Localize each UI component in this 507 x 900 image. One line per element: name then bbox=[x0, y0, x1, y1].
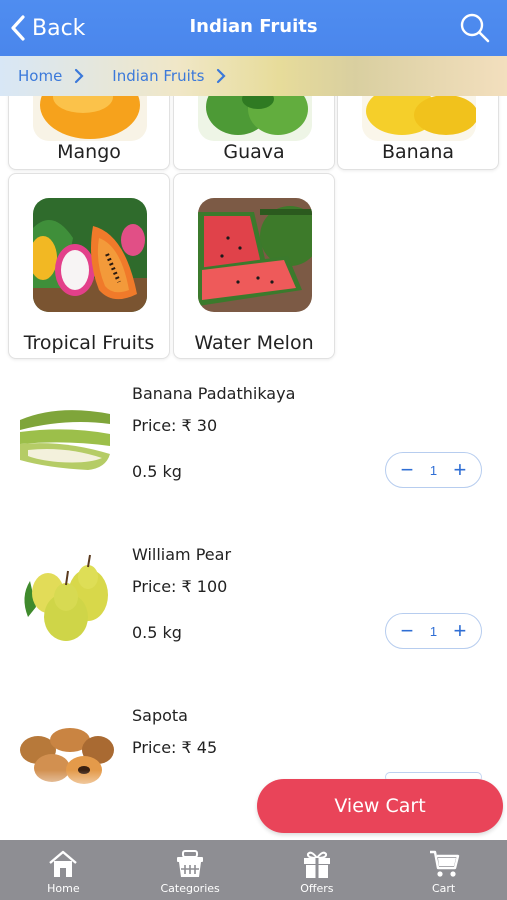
breadcrumb-home[interactable]: Home bbox=[18, 67, 112, 85]
breadcrumb: Home Indian Fruits bbox=[0, 56, 507, 96]
william-pear-image[interactable] bbox=[18, 547, 114, 643]
category-label: Mango bbox=[57, 141, 121, 163]
app-header: Back Indian Fruits bbox=[0, 0, 507, 56]
product-price: Price: ₹ 100 bbox=[132, 577, 228, 596]
category-tile-tropical-fruits[interactable]: Tropical Fruits bbox=[8, 173, 170, 359]
chevron-right-icon bbox=[217, 68, 227, 84]
category-label: Guava bbox=[223, 141, 285, 163]
product-item-banana-padathikaya: Banana Padathikaya Price: ₹ 30 0.5 kg − … bbox=[0, 372, 507, 522]
decrease-quantity-button[interactable]: − bbox=[398, 620, 416, 642]
guava-image bbox=[198, 96, 312, 141]
product-name: Sapota bbox=[132, 706, 188, 725]
tab-home[interactable]: Home bbox=[0, 840, 127, 900]
chevron-right-icon bbox=[75, 68, 84, 84]
bottom-tab-bar: Home Categories Offers Cart bbox=[0, 840, 507, 900]
search-button[interactable] bbox=[459, 12, 491, 44]
product-weight: 0.5 kg bbox=[132, 623, 182, 642]
category-tile-guava[interactable]: Guava bbox=[173, 96, 335, 170]
search-icon bbox=[460, 13, 490, 43]
tab-label: Categories bbox=[160, 882, 220, 895]
category-tile-water-melon[interactable]: Water Melon bbox=[173, 173, 335, 359]
category-label: Water Melon bbox=[194, 332, 314, 354]
increase-quantity-button[interactable]: + bbox=[451, 459, 469, 481]
breadcrumb-indian-fruits[interactable]: Indian Fruits bbox=[112, 67, 254, 85]
decrease-quantity-button[interactable]: − bbox=[398, 459, 416, 481]
gift-icon bbox=[303, 851, 330, 878]
banana-padathikaya-image[interactable] bbox=[18, 384, 114, 480]
product-price: Price: ₹ 30 bbox=[132, 416, 218, 435]
breadcrumb-home-label: Home bbox=[18, 67, 63, 85]
banana-image bbox=[362, 96, 476, 141]
quantity-stepper: − 1 + bbox=[385, 613, 482, 649]
quantity-value: 1 bbox=[429, 462, 438, 478]
product-name: Banana Padathikaya bbox=[132, 384, 296, 403]
view-cart-button[interactable]: View Cart bbox=[257, 779, 503, 833]
breadcrumb-indian-fruits-label: Indian Fruits bbox=[112, 67, 205, 85]
tropical-fruits-image bbox=[33, 198, 147, 312]
quantity-stepper: − 1 + bbox=[385, 452, 482, 488]
watermelon-image bbox=[198, 198, 312, 312]
category-label: Banana bbox=[381, 141, 455, 163]
increase-quantity-button[interactable]: + bbox=[451, 620, 469, 642]
tab-label: Home bbox=[47, 882, 80, 895]
product-name: William Pear bbox=[132, 545, 232, 564]
category-tile-banana[interactable]: Banana bbox=[337, 96, 499, 170]
category-label: Tropical Fruits bbox=[23, 332, 155, 354]
page-title: Indian Fruits bbox=[189, 16, 318, 37]
basket-icon bbox=[177, 850, 204, 877]
cart-icon bbox=[429, 850, 459, 877]
category-tile-mango[interactable]: Mango bbox=[8, 96, 170, 170]
tab-label: Offers bbox=[300, 882, 334, 895]
tab-label: Cart bbox=[431, 882, 456, 895]
product-price: Price: ₹ 45 bbox=[132, 738, 218, 757]
home-icon bbox=[49, 850, 78, 877]
tab-categories[interactable]: Categories bbox=[127, 840, 254, 900]
mango-image bbox=[33, 96, 147, 141]
tab-cart[interactable]: Cart bbox=[380, 840, 507, 900]
quantity-value: 1 bbox=[429, 623, 438, 639]
category-grid: Mango Guava Banana Tropical Fruits Water… bbox=[0, 96, 507, 364]
product-item-william-pear: William Pear Price: ₹ 100 0.5 kg − 1 + bbox=[0, 533, 507, 683]
tab-offers[interactable]: Offers bbox=[254, 840, 381, 900]
product-weight: 0.5 kg bbox=[132, 462, 182, 481]
